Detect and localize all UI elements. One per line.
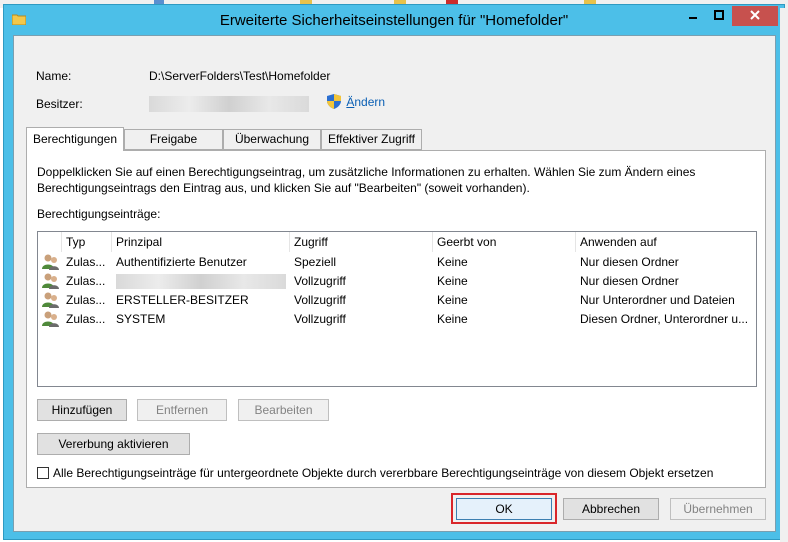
tab-sharing[interactable]: Freigabe [124, 129, 223, 150]
cancel-button[interactable]: Abbrechen [563, 498, 659, 520]
tab-label: Berechtigungen [32, 132, 118, 146]
row-applies: Nur diesen Ordner [580, 255, 679, 269]
row-principal-redacted [116, 274, 286, 289]
row-applies: Nur diesen Ordner [580, 274, 679, 288]
row-type: Zulas... [66, 274, 106, 288]
tab-effective-access[interactable]: Effektiver Zugriff [321, 129, 422, 150]
remove-button-label: Entfernen [155, 403, 209, 417]
row-applies: Nur Unterordner und Dateien [580, 293, 735, 307]
shield-icon [327, 94, 341, 112]
user-group-icon [42, 310, 60, 329]
maximize-button[interactable] [706, 6, 732, 26]
dialog-content: Name: D:\ServerFolders\Test\Homefolder B… [13, 35, 776, 532]
tab-label: Überwachung [234, 132, 310, 146]
title-bar[interactable]: Erweiterte Sicherheitseinstellungen für … [4, 5, 784, 35]
column-header-access[interactable]: Zugriff [290, 232, 433, 252]
apply-button-label: Übernehmen [683, 502, 753, 516]
row-access: Speziell [294, 255, 337, 269]
user-group-icon [42, 272, 60, 291]
enable-inheritance-label: Vererbung aktivieren [58, 437, 169, 451]
row-access: Vollzugriff [294, 312, 346, 326]
replace-child-permissions-checkbox[interactable] [37, 467, 49, 479]
row-principal: SYSTEM [116, 312, 166, 326]
maximize-icon [714, 9, 724, 23]
column-header-type[interactable]: Typ [62, 232, 112, 252]
column-header-principal[interactable]: Prinzipal [112, 232, 290, 252]
column-header-icon[interactable] [38, 232, 62, 252]
edit-button-label: Bearbeiten [254, 403, 313, 417]
row-inherited: Keine [437, 293, 468, 307]
security-dialog: Erweiterte Sicherheitseinstellungen für … [3, 4, 785, 540]
close-icon [749, 9, 761, 24]
row-principal: Authentifizierte Benutzer [116, 255, 247, 269]
row-type: Zulas... [66, 255, 106, 269]
table-row[interactable]: Zulas... ERSTELLER-BESITZER Vollzugriff … [38, 291, 756, 310]
row-type: Zulas... [66, 312, 106, 326]
row-principal: ERSTELLER-BESITZER [116, 293, 249, 307]
row-inherited: Keine [437, 274, 468, 288]
description-line-1: Doppelklicken Sie auf einen Berechtigung… [37, 165, 696, 179]
tab-label: Effektiver Zugriff [328, 132, 415, 146]
ok-button[interactable]: OK [456, 498, 552, 520]
tab-label: Freigabe [149, 132, 198, 146]
entries-label: Berechtigungseinträge: [37, 207, 161, 221]
ok-button-label: OK [495, 502, 513, 516]
change-owner-text: ndern [354, 95, 386, 110]
replace-child-permissions-label[interactable]: Alle Berechtigungseinträge für untergeor… [53, 466, 713, 480]
permissions-panel: Doppelklicken Sie auf einen Berechtigung… [26, 150, 766, 488]
close-button[interactable] [732, 6, 778, 26]
window-title: Erweiterte Sicherheitseinstellungen für … [219, 12, 569, 29]
change-owner-link[interactable]: Ändern [327, 94, 385, 112]
tab-permissions[interactable]: Berechtigungen [26, 127, 124, 151]
name-label: Name: [36, 69, 72, 83]
object-path: D:\ServerFolders\Test\Homefolder [149, 69, 331, 83]
enable-inheritance-button[interactable]: Vererbung aktivieren [37, 433, 190, 455]
table-row[interactable]: Zulas... Authentifizierte Benutzer Spezi… [38, 253, 756, 272]
remove-button[interactable]: Entfernen [137, 399, 227, 421]
cancel-button-label: Abbrechen [581, 502, 641, 516]
edit-button[interactable]: Bearbeiten [238, 399, 329, 421]
owner-value-redacted [149, 96, 309, 112]
minimize-button[interactable] [680, 6, 706, 26]
column-header-inherited[interactable]: Geerbt von [433, 232, 576, 252]
row-access: Vollzugriff [294, 274, 346, 288]
description-line-2: Berechtigungseintrags den Eintrag aus, u… [37, 181, 530, 195]
apply-button[interactable]: Übernehmen [670, 498, 766, 520]
row-access: Vollzugriff [294, 293, 346, 307]
minimize-icon [688, 9, 698, 23]
user-group-icon [42, 291, 60, 310]
table-row[interactable]: Zulas... SYSTEM Vollzugriff Keine Diesen… [38, 310, 756, 329]
add-button-label: Hinzufügen [51, 403, 113, 417]
row-inherited: Keine [437, 255, 468, 269]
row-applies: Diesen Ordner, Unterordner u... [580, 312, 749, 326]
table-row[interactable]: Zulas... Vollzugriff Keine Nur diesen Or… [38, 272, 756, 291]
row-inherited: Keine [437, 312, 468, 326]
add-button[interactable]: Hinzufügen [37, 399, 127, 421]
background-window-edge [780, 8, 788, 542]
tab-auditing[interactable]: Überwachung [223, 129, 321, 150]
permission-entries-list[interactable]: Typ Prinzipal Zugriff Geerbt von Anwende… [37, 231, 757, 387]
user-group-icon [42, 253, 60, 272]
owner-label: Besitzer: [36, 97, 83, 111]
row-type: Zulas... [66, 293, 106, 307]
column-header-applies[interactable]: Anwenden auf [576, 232, 756, 252]
